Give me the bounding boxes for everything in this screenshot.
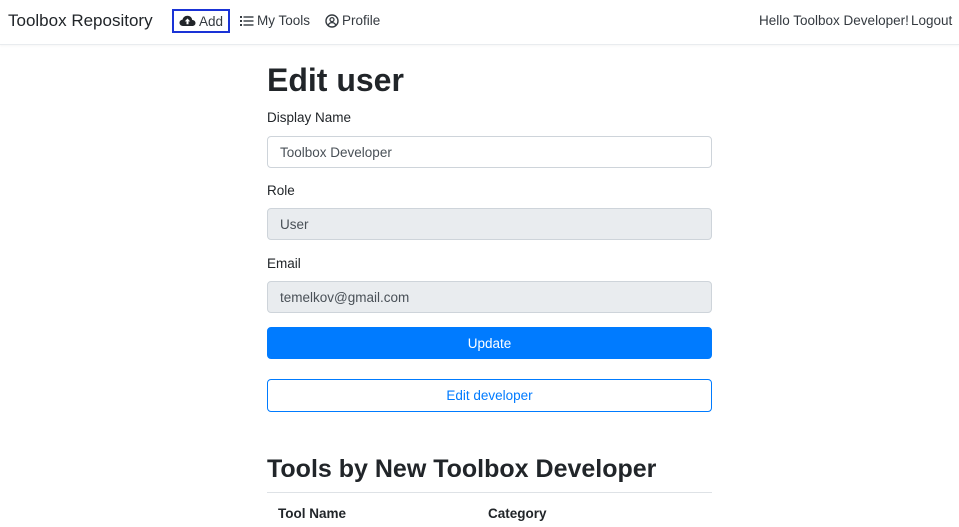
email-value: temelkov@gmail.com [280,289,410,305]
nav-mytools-link[interactable]: My Tools [240,13,310,28]
logout-link[interactable]: Logout [911,13,952,28]
page-title: Edit user [267,62,404,98]
role-value: User [280,216,309,232]
update-button-label: Update [467,335,512,351]
tools-section-title: Tools by New Toolbox Developer [267,455,657,483]
edit-developer-button-label: Edit developer [446,388,533,403]
display-name-label: Display Name [267,110,352,125]
top-navbar: Toolbox Repository Add My Tools Profile … [0,0,959,45]
email-input: temelkov@gmail.com [267,281,712,313]
cloud-upload-icon [179,15,196,27]
nav-add-label: Add [199,13,224,29]
user-circle-icon [325,13,339,28]
column-header-category: Category [488,506,547,521]
display-name-value: Toolbox Developer [280,144,392,160]
edit-developer-button[interactable]: Edit developer [267,379,712,412]
nav-mytools-label: My Tools [257,13,311,28]
role-label: Role [267,183,295,198]
navbar-brand[interactable]: Toolbox Repository [8,11,153,31]
nav-profile-link[interactable]: Profile [325,13,380,28]
update-button[interactable]: Update [267,327,712,359]
list-icon [240,15,254,27]
email-label: Email [267,256,301,271]
display-name-input[interactable]: Toolbox Developer [267,136,712,168]
nav-profile-label: Profile [342,13,381,28]
column-header-tool-name: Tool Name [278,506,347,521]
role-input: User [267,208,712,240]
section-divider [267,492,712,493]
greeting-text: Hello Toolbox Developer! [759,13,909,28]
nav-add-link[interactable]: Add [172,9,231,33]
